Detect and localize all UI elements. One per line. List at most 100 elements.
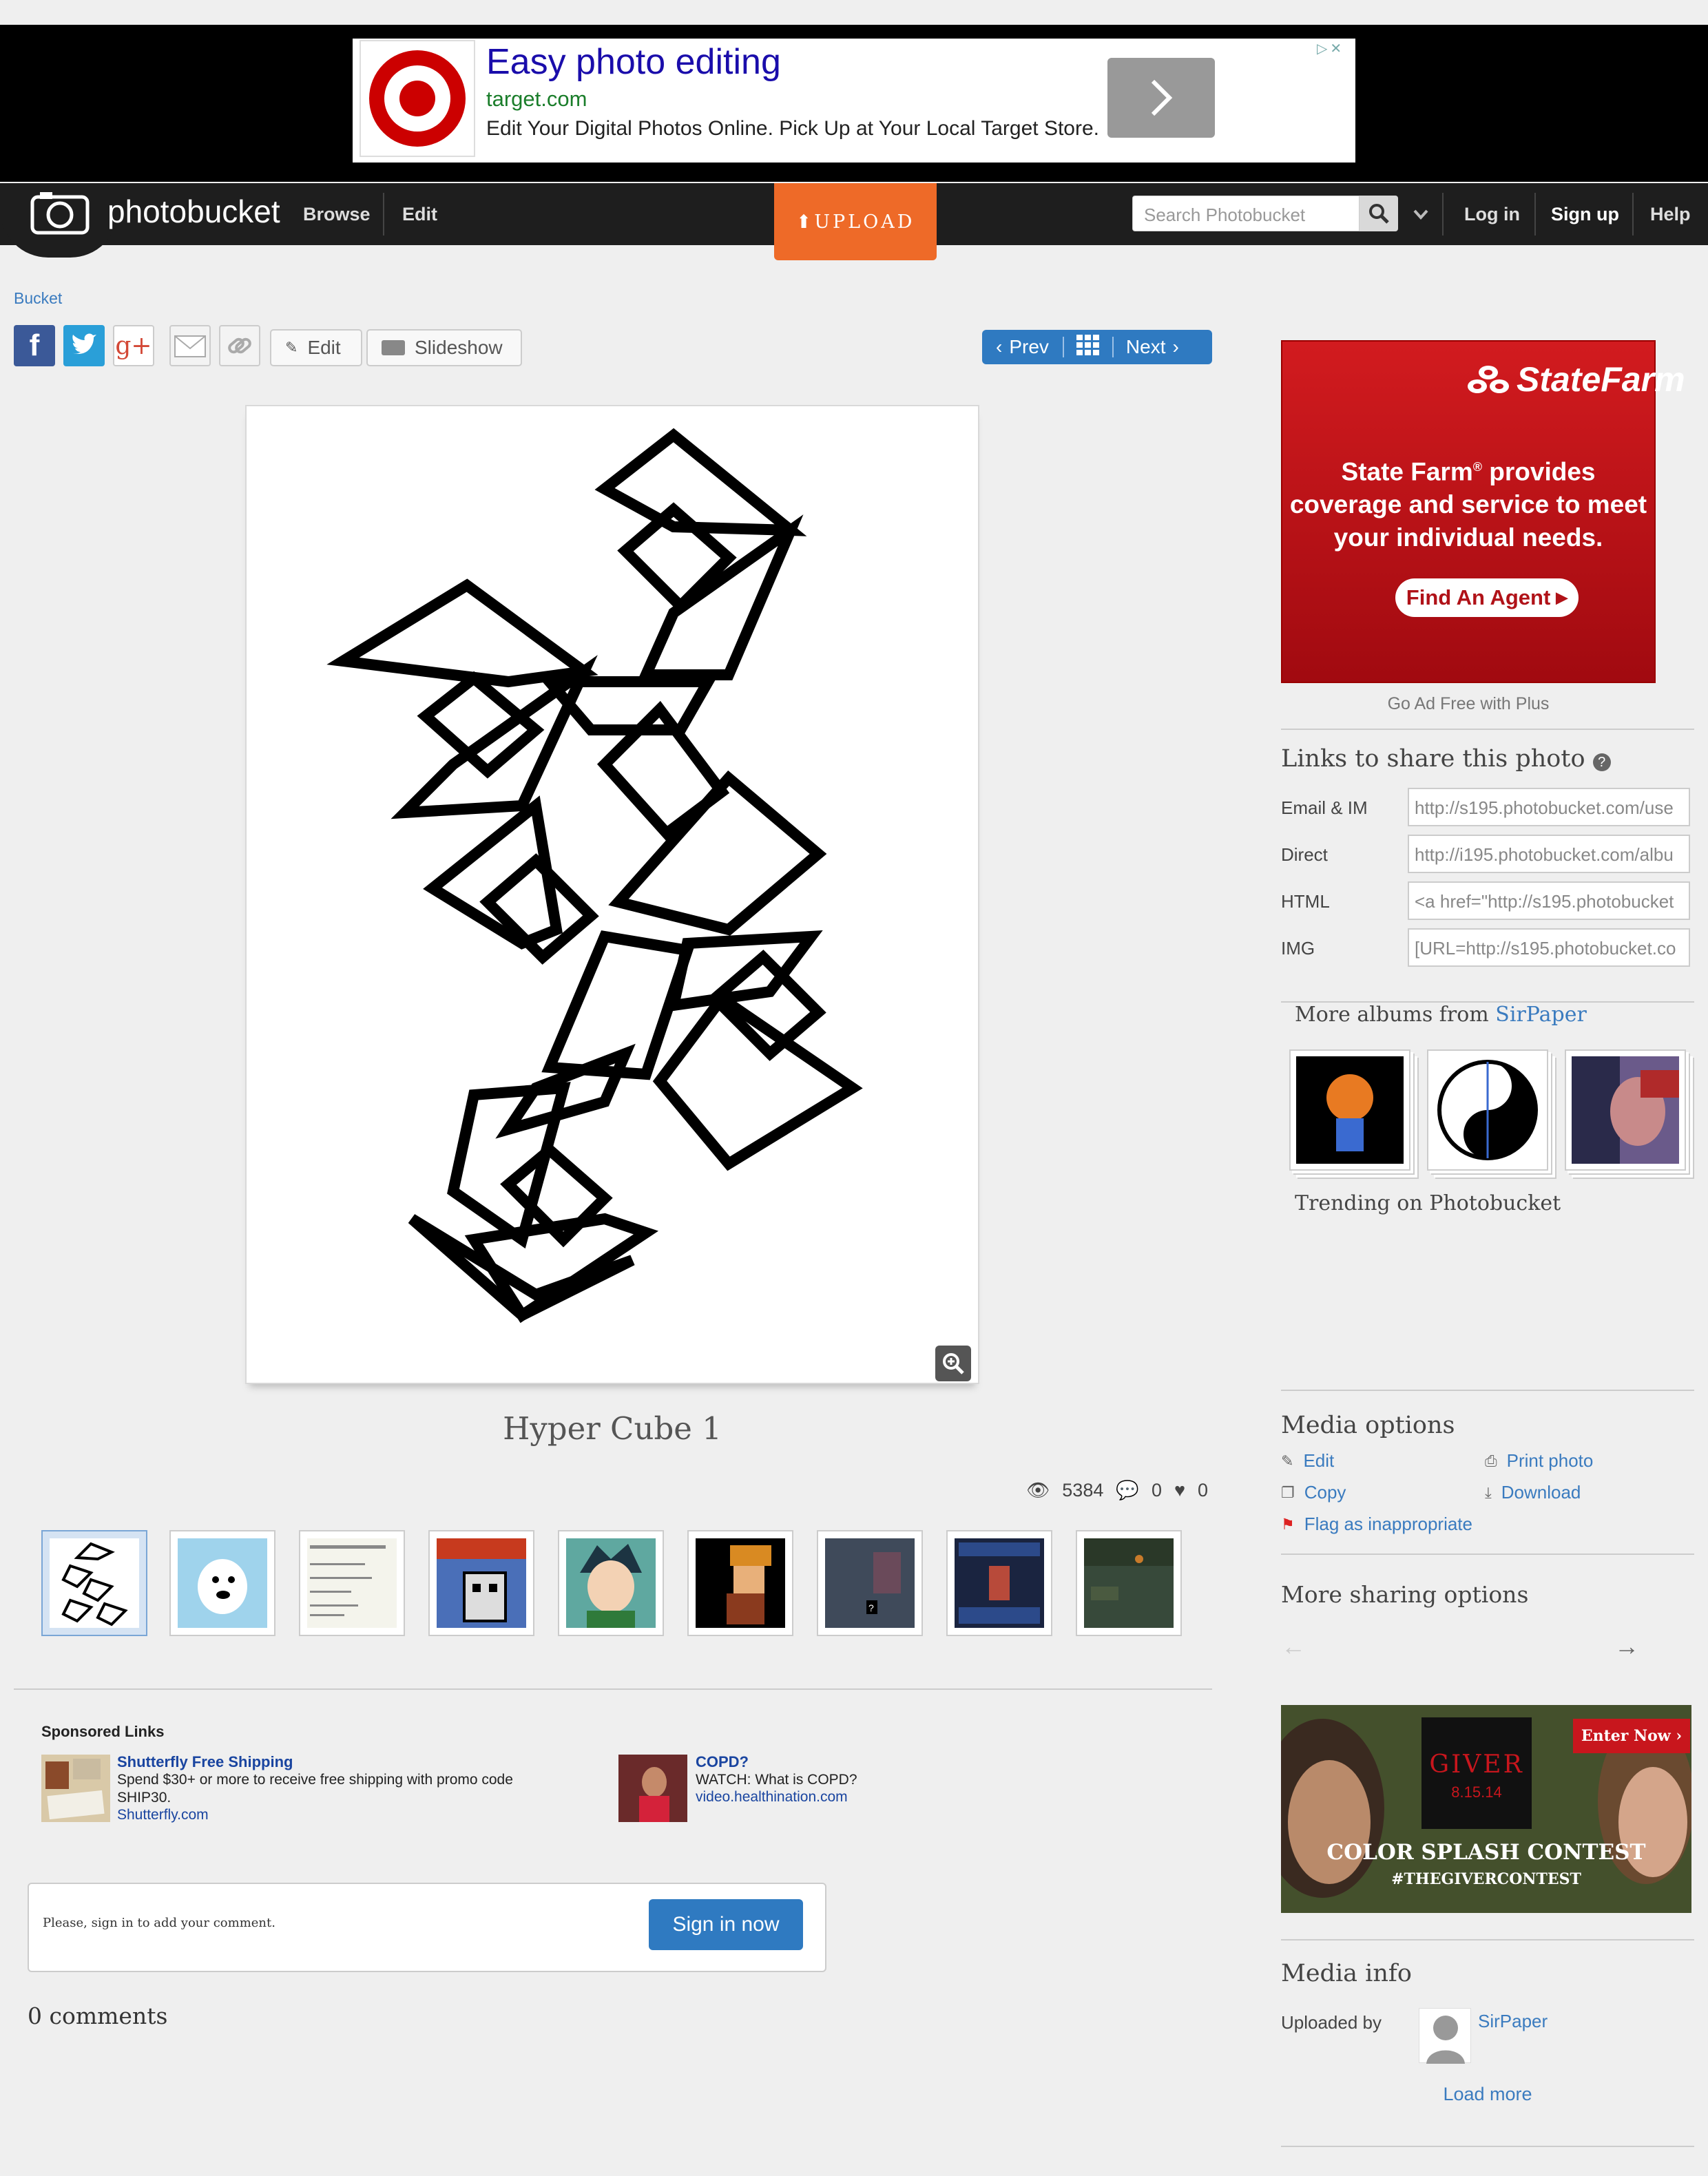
ad-url[interactable]: target.com: [486, 87, 587, 112]
more-albums-user-link[interactable]: SirPaper: [1495, 1003, 1587, 1027]
statefarm-ad[interactable]: StateFarm State Farm® provides coverage …: [1281, 340, 1685, 683]
album-thumbnail[interactable]: [1565, 1049, 1686, 1171]
arrow-left-icon[interactable]: ←: [1281, 1632, 1306, 1661]
prev-next-nav: ‹ Prev Next ›: [982, 330, 1212, 364]
google-plus-share-icon[interactable]: g+: [113, 325, 154, 366]
facebook-share-icon[interactable]: f: [14, 325, 55, 366]
chevron-left-icon: ‹: [996, 336, 1003, 357]
brand-name[interactable]: photobucket: [107, 193, 280, 230]
thumbnail-image: [50, 1538, 139, 1628]
chevron-down-icon[interactable]: [1412, 204, 1430, 228]
arrow-right-icon[interactable]: →: [1614, 1632, 1639, 1661]
edit-button[interactable]: ✎ Edit: [270, 329, 362, 366]
sponsored-ad-shutterfly[interactable]: Shutterfly Free Shipping Spend $30+ or m…: [117, 1753, 558, 1823]
ad-url[interactable]: Shutterfly.com: [117, 1807, 558, 1823]
media-print-option[interactable]: ⎙ Print photo: [1485, 1450, 1593, 1472]
media-edit-option[interactable]: ✎ Edit: [1281, 1450, 1334, 1472]
ad-title[interactable]: Shutterfly Free Shipping: [117, 1753, 558, 1771]
link-label-html: HTML: [1281, 891, 1330, 912]
slideshow-button[interactable]: Slideshow: [366, 329, 522, 366]
nav-browse[interactable]: Browse: [303, 183, 371, 245]
like-count: 0: [1198, 1479, 1209, 1500]
prev-button[interactable]: ‹ Prev: [982, 336, 1063, 358]
help-link[interactable]: Help: [1650, 183, 1691, 245]
search-icon: [1369, 204, 1389, 224]
main-photo[interactable]: [245, 405, 979, 1384]
ad-title[interactable]: COPD?: [696, 1753, 1040, 1771]
sign-in-button[interactable]: Sign in now: [649, 1899, 803, 1950]
comment-prompt: Please, sign in to add your comment.: [43, 1916, 275, 1930]
ad-choices-icon[interactable]: ▷✕: [1317, 40, 1353, 61]
comment-count-heading: 0 comments: [28, 2002, 168, 2029]
find-agent-label: Find An Agent: [1406, 585, 1551, 609]
thumbnail-game-ui[interactable]: [946, 1530, 1052, 1636]
ad-url[interactable]: video.healthination.com: [696, 1789, 1040, 1806]
load-more-link[interactable]: Load more: [1281, 2084, 1694, 2105]
nav-divider: [1442, 193, 1444, 236]
link-field-html[interactable]: <a href="http://s195.photobucket: [1408, 881, 1690, 920]
enter-now-label: Enter Now: [1581, 1727, 1671, 1745]
link-field-img[interactable]: [URL=http://s195.photobucket.co: [1408, 928, 1690, 967]
uploader-link[interactable]: SirPaper: [1478, 2011, 1548, 2032]
media-options-heading: Media options: [1281, 1412, 1455, 1439]
next-button[interactable]: Next ›: [1114, 336, 1191, 358]
help-icon[interactable]: ?: [1592, 753, 1611, 771]
media-download-label: Download: [1501, 1482, 1581, 1503]
breadcrumb[interactable]: Bucket: [14, 289, 62, 308]
email-share-icon[interactable]: [169, 325, 211, 366]
thumbnail-anime-boy[interactable]: [558, 1530, 664, 1636]
giver-date: 8.15.14: [1451, 1783, 1502, 1801]
nav-divider: [1534, 193, 1536, 236]
thumbnail-toilet-paper[interactable]: [169, 1530, 275, 1636]
login-link[interactable]: Log in: [1464, 183, 1520, 245]
media-download-option[interactable]: ⤓ Download: [1485, 1482, 1581, 1503]
upload-button[interactable]: ⬆ UPLOAD: [774, 183, 937, 260]
link-share-icon[interactable]: [219, 325, 260, 366]
download-icon: ⤓: [1485, 1483, 1492, 1501]
search-input[interactable]: Search Photobucket: [1132, 196, 1360, 231]
album-thumbnail[interactable]: [1289, 1049, 1410, 1171]
media-copy-option[interactable]: ❐ Copy: [1281, 1482, 1346, 1503]
signup-link[interactable]: Sign up: [1551, 183, 1619, 245]
thumbnail-pixel-character[interactable]: [687, 1530, 793, 1636]
twitter-share-icon[interactable]: [63, 325, 105, 366]
statefarm-line2: provides: [1482, 457, 1596, 486]
thumbnail-hypercube[interactable]: [41, 1530, 147, 1636]
ad-free-link[interactable]: Go Ad Free with Plus: [1281, 694, 1656, 714]
target-ad[interactable]: Easy photo editing target.com Edit Your …: [353, 39, 1355, 163]
giver-contest-ad[interactable]: Enter Now › GIVER 8.15.14 COLOR SPLASH C…: [1281, 1705, 1691, 1913]
grid-view-button[interactable]: [1064, 334, 1112, 360]
ad-description: Edit Your Digital Photos Online. Pick Up…: [486, 117, 1099, 140]
thumbnail-image: [1084, 1538, 1174, 1628]
album-image: [1296, 1056, 1404, 1164]
nav-edit[interactable]: Edit: [402, 183, 437, 245]
eye-icon: 👁: [1026, 1480, 1050, 1500]
media-print-label: Print photo: [1506, 1450, 1594, 1471]
enter-now-button[interactable]: Enter Now ›: [1573, 1719, 1690, 1753]
find-agent-button[interactable]: Find An Agent ▶: [1395, 578, 1579, 617]
shutterfly-ad-image[interactable]: [41, 1755, 110, 1822]
link-label-direct: Direct: [1281, 844, 1328, 865]
album-image: [1572, 1056, 1679, 1164]
video-icon: [382, 340, 405, 355]
ad-headline[interactable]: Easy photo editing: [486, 41, 781, 83]
media-flag-option[interactable]: ⚑ Flag as inappropriate: [1281, 1514, 1472, 1535]
thumbnail-game-map[interactable]: [1076, 1530, 1182, 1636]
print-icon: ⎙: [1485, 1452, 1497, 1469]
copd-ad-image[interactable]: [618, 1755, 687, 1822]
ad-arrow-button[interactable]: [1107, 58, 1215, 138]
album-thumbnail[interactable]: [1427, 1049, 1548, 1171]
album-image: [1434, 1056, 1541, 1164]
link-field-direct[interactable]: http://i195.photobucket.com/albu: [1408, 835, 1690, 873]
sponsored-ad-copd[interactable]: COPD? WATCH: What is COPD? video.healthi…: [696, 1753, 1040, 1806]
comment-count: 0: [1151, 1479, 1163, 1500]
avatar[interactable]: [1419, 2008, 1471, 2064]
thumbnail-rewards-page[interactable]: [299, 1530, 405, 1636]
sidebar-divider: [1281, 1390, 1694, 1391]
zoom-button[interactable]: [935, 1346, 971, 1381]
thumbnail-game-scene[interactable]: ?: [817, 1530, 923, 1636]
link-field-email[interactable]: http://s195.photobucket.com/use: [1408, 788, 1690, 826]
camera-logo-icon[interactable]: [30, 190, 90, 239]
search-button[interactable]: [1360, 196, 1398, 231]
thumbnail-mega-man[interactable]: [428, 1530, 534, 1636]
